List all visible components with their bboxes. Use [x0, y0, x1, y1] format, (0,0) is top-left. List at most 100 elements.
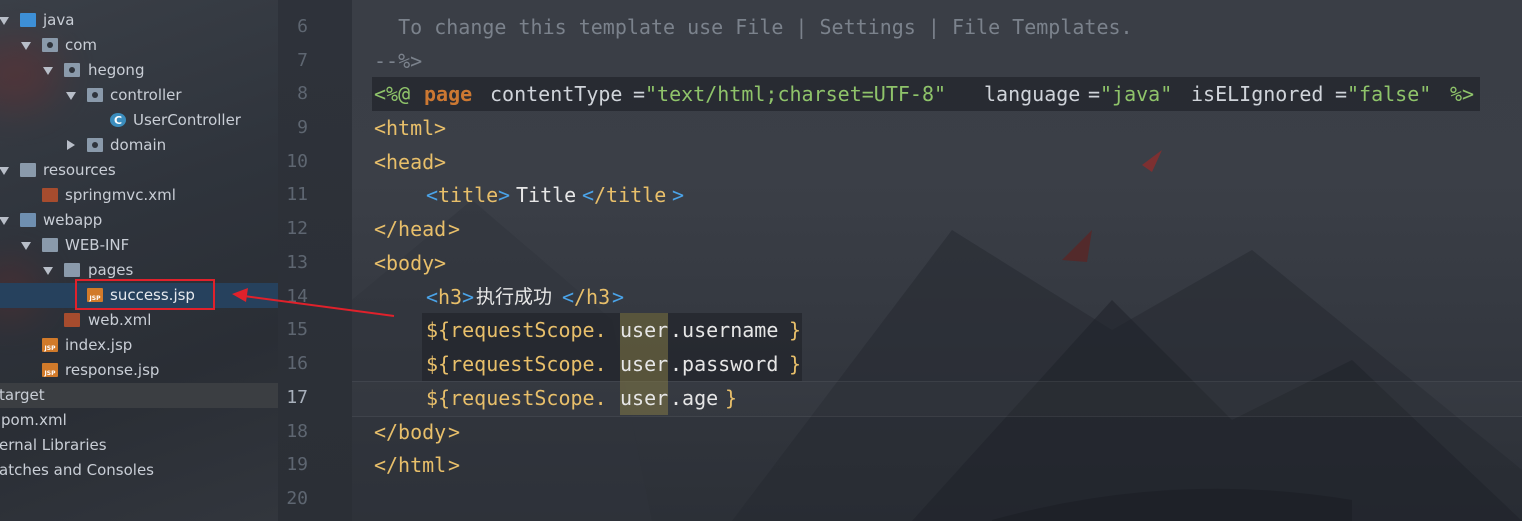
tree-item-scratches-consoles[interactable]: atches and Consoles [0, 458, 278, 483]
package-icon [87, 88, 103, 102]
tree-item-label: ernal Libraries [0, 436, 107, 454]
code-string: "text/html;charset=UTF-8" [645, 82, 947, 106]
code-bracket: > [462, 285, 475, 309]
line-number: 14 [286, 286, 308, 307]
tree-item-label: target [0, 386, 45, 404]
code-bracket: < [374, 420, 387, 444]
tree-item-label: atches and Consoles [0, 461, 154, 479]
el-property: .username [670, 318, 779, 342]
code-attribute: isELIgnored [1191, 82, 1324, 106]
line-number: 11 [286, 184, 308, 205]
tree-item-pom-xml[interactable]: pom.xml [0, 408, 278, 433]
code-tag: /html [386, 453, 447, 477]
tree-item-com[interactable]: com [0, 33, 278, 58]
code-tag: html [386, 116, 435, 140]
code-keyword: page [424, 82, 473, 106]
jsp-file-icon [42, 363, 58, 377]
tree-item-label: WEB-INF [65, 236, 130, 254]
el-expression: ${requestScope. [426, 381, 607, 415]
tree-item-target[interactable]: target [0, 383, 278, 408]
line-number: 7 [297, 50, 308, 71]
tree-item-resources[interactable]: resources [0, 158, 278, 183]
code-bracket: > [448, 420, 461, 444]
tree-item-hegong[interactable]: hegong [0, 58, 278, 83]
code-bracket: > [434, 116, 447, 140]
tree-item-response-jsp[interactable]: response.jsp [0, 358, 278, 383]
chevron-down-icon[interactable] [21, 42, 31, 50]
package-icon [87, 138, 103, 152]
resources-folder-icon [20, 163, 36, 177]
chevron-down-icon[interactable] [66, 92, 76, 100]
tree-item-label: domain [110, 136, 167, 154]
code-tag: /head [386, 217, 447, 241]
code-tag: /title [594, 183, 667, 207]
code-tag: /h3 [574, 285, 611, 309]
code-line-16: ${requestScope. user .password } [352, 347, 801, 381]
line-number-gutter: 6 7 8 9 10 11 12 13 14 15 16 17 18 19 20 [278, 0, 352, 521]
chevron-down-icon[interactable] [43, 267, 53, 275]
code-directive-close: %> [1450, 82, 1475, 106]
tree-item-main[interactable]: main [0, 0, 278, 8]
code-string: "java" [1100, 82, 1173, 106]
code-line-14: < h3 > 执行成功 < /h3 > [352, 280, 624, 314]
code-directive-open: <%@ [374, 82, 411, 106]
tree-item-external-libraries[interactable]: ernal Libraries [0, 433, 278, 458]
code-bracket: > [612, 285, 625, 309]
code-text: 执行成功 [476, 286, 553, 308]
el-expression: ${requestScope. [426, 347, 607, 381]
tree-item-springmvc-xml[interactable]: springmvc.xml [0, 183, 278, 208]
code-line-19: < /html > [352, 448, 460, 482]
line-number: 12 [286, 218, 308, 239]
chevron-down-icon[interactable] [43, 67, 53, 75]
java-class-icon: C [110, 113, 126, 127]
el-user-highlight: user [620, 313, 669, 347]
code-line-12: < /head > [352, 212, 460, 246]
tree-item-webapp[interactable]: webapp [0, 208, 278, 233]
chevron-down-icon[interactable] [0, 217, 9, 225]
el-property: .age [670, 386, 719, 410]
package-icon [42, 38, 58, 52]
el-property: .password [670, 352, 779, 376]
project-tree-panel: main java com hegong controller C UserCo… [0, 0, 278, 521]
tree-item-index-jsp[interactable]: index.jsp [0, 333, 278, 358]
code-line-6: To change this template use File | Setti… [352, 10, 1133, 44]
tree-item-web-xml[interactable]: web.xml [0, 308, 278, 333]
tree-item-label: UserController [133, 111, 241, 129]
chevron-right-icon[interactable] [67, 140, 75, 150]
folder-icon [64, 263, 80, 277]
chevron-down-icon[interactable] [21, 242, 31, 250]
el-close: } [789, 352, 802, 376]
code-tag: body [386, 251, 435, 275]
code-editor[interactable]: To change this template use File | Setti… [352, 0, 1522, 521]
tree-item-java[interactable]: java [0, 8, 278, 33]
code-line-7: --%> [352, 44, 422, 78]
code-line-18: < /body > [352, 415, 460, 449]
tree-item-label: resources [43, 161, 116, 179]
code-bracket: > [434, 251, 447, 275]
code-bracket: < [374, 150, 387, 174]
el-user-highlight: user [620, 347, 669, 381]
tree-item-domain[interactable]: domain [0, 133, 278, 158]
code-bracket: > [448, 453, 461, 477]
line-number: 19 [286, 454, 308, 475]
tree-item-label: response.jsp [65, 361, 160, 379]
line-number: 10 [286, 151, 308, 172]
line-number: 15 [286, 319, 308, 340]
web-folder-icon [20, 213, 36, 227]
selection-highlight-box [75, 279, 215, 310]
tree-item-label: java [43, 11, 75, 29]
chevron-down-icon[interactable] [0, 17, 9, 25]
el-expression: ${requestScope. [426, 313, 607, 347]
tree-item-web-inf[interactable]: WEB-INF [0, 233, 278, 258]
code-line-8: <%@ page contentType = "text/html;charse… [352, 77, 1474, 111]
code-bracket: < [374, 116, 387, 140]
code-line-13: < body > [352, 246, 446, 280]
chevron-down-icon[interactable] [0, 167, 9, 175]
tree-item-usercontroller[interactable]: C UserController [0, 108, 278, 133]
line-number: 8 [297, 83, 308, 104]
tree-item-controller[interactable]: controller [0, 83, 278, 108]
tree-item-label: hegong [88, 61, 145, 79]
code-comment: To change this template use File | Setti… [374, 15, 1133, 39]
tree-item-label: pom.xml [1, 411, 67, 429]
jsp-file-icon [42, 338, 58, 352]
